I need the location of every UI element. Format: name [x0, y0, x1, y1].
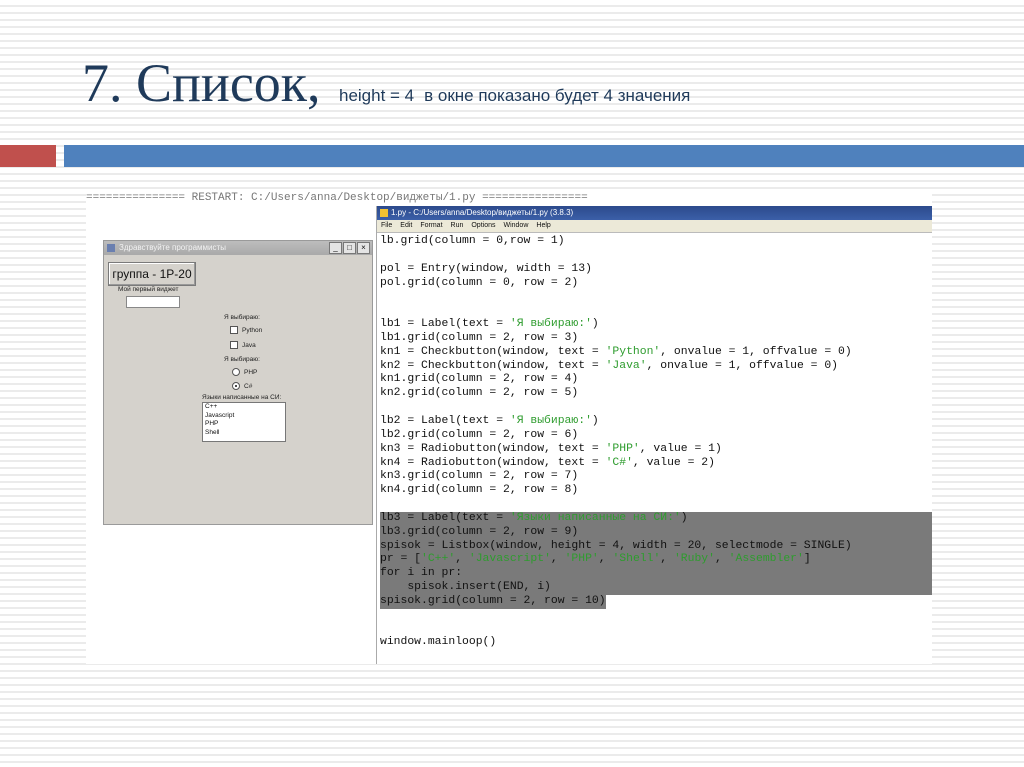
- minimize-button[interactable]: _: [329, 242, 342, 254]
- text-entry[interactable]: [126, 296, 180, 308]
- code-line[interactable]: kn2 = Checkbutton(window, text = 'Java',…: [380, 360, 932, 374]
- menu-edit[interactable]: Edit: [400, 220, 412, 232]
- tk-feather-icon: [107, 244, 115, 252]
- maximize-button[interactable]: □: [343, 242, 356, 254]
- radio-php[interactable]: PHP: [232, 368, 257, 376]
- shell-restart-line: =============== RESTART: C:/Users/anna/D…: [86, 192, 588, 204]
- code-line[interactable]: kn4.grid(column = 2, row = 8): [380, 484, 932, 498]
- accent-bar-blue: [64, 145, 1024, 167]
- accent-bar-red: [0, 145, 56, 167]
- code-line[interactable]: kn4 = Radiobutton(window, text = 'C#', v…: [380, 457, 932, 471]
- code-line[interactable]: kn2.grid(column = 2, row = 5): [380, 387, 932, 401]
- title-main: 7. Список,: [82, 53, 321, 113]
- code-line[interactable]: [380, 249, 932, 263]
- code-line[interactable]: [380, 401, 932, 415]
- checkbox-java-label: Java: [242, 341, 256, 349]
- menu-help[interactable]: Help: [536, 220, 550, 232]
- code-line[interactable]: pol = Entry(window, width = 13): [380, 263, 932, 277]
- tk-app-window: Здравствуйте программисты _ □ × группа -…: [103, 240, 373, 525]
- checkbox-box[interactable]: [230, 341, 238, 349]
- idle-titlebar: 1.py - C:/Users/anna/Desktop/виджеты/1.p…: [377, 206, 932, 220]
- code-editor[interactable]: lb.grid(column = 0,row = 1) pol = Entry(w…: [380, 235, 932, 650]
- code-line[interactable]: lb.grid(column = 0,row = 1): [380, 235, 932, 249]
- listbox-item[interactable]: C++: [203, 403, 285, 412]
- listbox-item[interactable]: Javascript: [203, 412, 285, 421]
- code-line[interactable]: window.mainloop(): [380, 636, 932, 650]
- code-line[interactable]: pol.grid(column = 0, row = 2): [380, 277, 932, 291]
- close-button[interactable]: ×: [357, 242, 370, 254]
- menu-file[interactable]: File: [381, 220, 392, 232]
- title-subtitle: height = 4 в окне показано будет 4 значен…: [339, 86, 690, 105]
- code-line[interactable]: lb2 = Label(text = 'Я выбираю:'): [380, 415, 932, 429]
- choose-label-1: Я выбираю:: [224, 314, 260, 321]
- checkbox-python[interactable]: Python: [230, 326, 262, 334]
- tk-window-title: Здравствуйте программисты: [119, 243, 226, 252]
- code-line[interactable]: spisok = Listbox(window, height = 4, wid…: [380, 540, 932, 554]
- code-line[interactable]: [380, 498, 932, 512]
- choose-label-2: Я выбираю:: [224, 356, 260, 363]
- tk-window-controls: _ □ ×: [329, 242, 370, 254]
- code-line[interactable]: lb1 = Label(text = 'Я выбираю:'): [380, 318, 932, 332]
- group-button[interactable]: группа - 1P-20: [108, 262, 196, 286]
- code-line[interactable]: [380, 623, 932, 637]
- code-line[interactable]: lb1.grid(column = 2, row = 3): [380, 332, 932, 346]
- checkbox-java[interactable]: Java: [230, 341, 256, 349]
- languages-label: Языки написанные на СИ:: [202, 394, 282, 401]
- listbox-item[interactable]: PHP: [203, 420, 285, 429]
- radio-csharp-label: C#: [244, 382, 253, 390]
- title-subtitle-height: height = 4: [338, 86, 415, 105]
- menu-options[interactable]: Options: [471, 220, 495, 232]
- radio-php-label: PHP: [244, 368, 258, 376]
- code-line[interactable]: kn3.grid(column = 2, row = 7): [380, 470, 932, 484]
- python-file-icon: [380, 209, 388, 217]
- checkbox-python-label: Python: [242, 326, 263, 334]
- code-line[interactable]: spisok.grid(column = 2, row = 10): [380, 594, 606, 609]
- menu-run[interactable]: Run: [451, 220, 464, 232]
- code-line[interactable]: lb3 = Label(text = 'Языки написанные на …: [380, 512, 932, 526]
- slide-title: 7. Список, height = 4 в окне показано буд…: [82, 52, 690, 114]
- code-line[interactable]: [380, 304, 932, 318]
- code-line[interactable]: for i in pr:: [380, 567, 932, 581]
- code-line[interactable]: spisok.insert(END, i): [380, 581, 932, 595]
- first-widget-label: Мой первый виджет: [118, 286, 179, 293]
- code-line[interactable]: kn3 = Radiobutton(window, text = 'PHP', …: [380, 443, 932, 457]
- menu-window[interactable]: Window: [503, 220, 528, 232]
- code-line[interactable]: kn1 = Checkbutton(window, text = 'Python…: [380, 346, 932, 360]
- embedded-screenshot: =============== RESTART: C:/Users/anna/D…: [86, 190, 932, 664]
- code-line[interactable]: [380, 609, 932, 623]
- idle-window-title: 1.py - C:/Users/anna/Desktop/виджеты/1.p…: [391, 208, 574, 217]
- radio-circle-selected[interactable]: [232, 382, 240, 390]
- tk-titlebar: Здравствуйте программисты _ □ ×: [104, 241, 372, 255]
- languages-listbox[interactable]: C++ Javascript PHP Shell: [202, 402, 286, 442]
- code-line[interactable]: kn1.grid(column = 2, row = 4): [380, 373, 932, 387]
- menu-format[interactable]: Format: [420, 220, 442, 232]
- radio-circle[interactable]: [232, 368, 240, 376]
- code-line[interactable]: [380, 290, 932, 304]
- listbox-item[interactable]: Shell: [203, 429, 285, 438]
- code-line[interactable]: lb3.grid(column = 2, row = 9): [380, 526, 932, 540]
- code-line[interactable]: pr = ['C++', 'Javascript', 'PHP', 'Shell…: [380, 553, 932, 567]
- title-subtitle-note: в окне показано будет 4 значения: [424, 86, 691, 105]
- checkbox-box[interactable]: [230, 326, 238, 334]
- idle-editor-window: 1.py - C:/Users/anna/Desktop/виджеты/1.p…: [376, 206, 932, 664]
- code-line[interactable]: lb2.grid(column = 2, row = 6): [380, 429, 932, 443]
- idle-menubar: File Edit Format Run Options Window Help: [377, 220, 932, 233]
- radio-csharp[interactable]: C#: [232, 382, 252, 390]
